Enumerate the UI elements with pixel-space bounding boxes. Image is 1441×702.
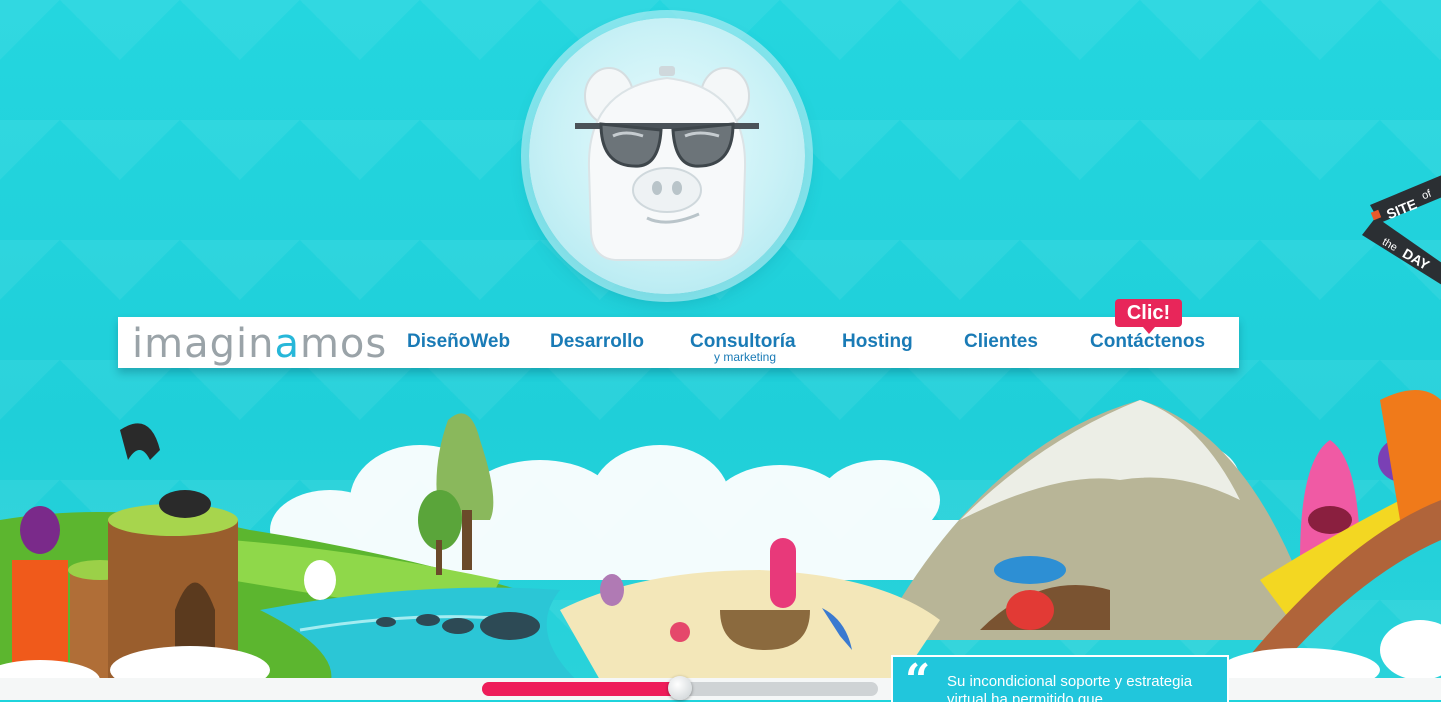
testimonial-box[interactable]: “ Su incondicional soporte y estrategia … — [891, 655, 1229, 702]
nav-diseno-web[interactable]: DiseñoWeb — [407, 331, 510, 353]
piggy-bank-icon — [575, 66, 759, 261]
main-nav-bar: imaginamos DiseñoWeb Desarrollo Consulto… — [118, 299, 1239, 368]
quote-icon: “ — [905, 655, 931, 702]
piggy-medallion — [529, 18, 805, 294]
slider-fill — [482, 682, 680, 696]
purple-monster — [20, 506, 60, 554]
scroll-slider[interactable] — [482, 676, 878, 700]
nav-clientes[interactable]: Clientes — [964, 331, 1038, 353]
pink-monster — [770, 538, 796, 608]
testimonial-text: Su incondicional soporte y estrategia vi… — [947, 673, 1193, 702]
nav-hosting[interactable]: Hosting — [842, 331, 913, 353]
landscape-illustration — [0, 390, 1441, 700]
logo-text-accent: a — [274, 321, 300, 367]
clic-badge[interactable]: Clic! — [1115, 299, 1182, 334]
nav-consultoria-sub: y marketing — [714, 350, 777, 364]
site-of-the-day-badge[interactable]: SITE of the DAY — [1362, 175, 1441, 285]
nav-contactenos[interactable]: Contáctenos — [1090, 331, 1205, 353]
nav-desarrollo[interactable]: Desarrollo — [550, 331, 644, 353]
logo-text-part2: mos — [299, 321, 388, 367]
slider-thumb[interactable] — [668, 676, 692, 700]
logo-text-part1: imagin — [132, 321, 275, 367]
site-logo[interactable]: imaginamos — [132, 321, 387, 367]
